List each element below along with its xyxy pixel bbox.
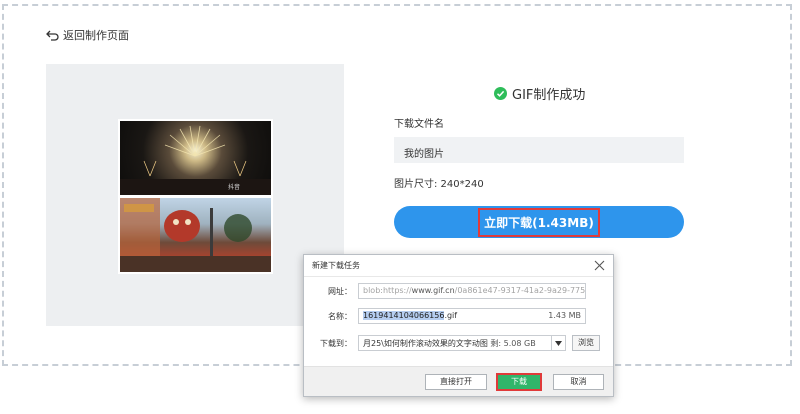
gif-preview: 抖音 [118,119,273,274]
filename-field[interactable]: 1619414104066156.gif 1.43 MB [358,308,586,324]
chevron-down-icon [555,340,562,346]
check-circle-icon [494,87,507,100]
preview-watermark: 抖音 [228,183,240,191]
save-path: 月25\如何制作滚动效果的文字动图 [363,339,488,348]
path-dropdown-button[interactable] [552,335,566,351]
fireworks-image: 抖音 [120,125,271,195]
close-icon[interactable] [594,260,605,271]
download-now-button[interactable]: 立即下载(1.43MB) [394,206,684,238]
download-button[interactable]: 下载 [496,373,542,391]
url-prefix: blob:https:// [363,286,412,295]
success-message: GIF制作成功 [494,84,585,103]
dialog-footer: 直接打开 下载 取消 [304,366,613,396]
name-row: 名称： 1619414104066156.gif 1.43 MB [318,308,586,324]
url-host: www.gif.cn [411,286,455,295]
dialog-title: 新建下载任务 [304,255,613,277]
url-row: 网址： blob:https://www.gif.cn/0a861e47-931… [318,283,586,299]
filename-label: 下载文件名 [394,119,444,130]
back-to-editor-link[interactable]: 返回制作页面 [46,27,129,43]
preview-frame-fireworks: 抖音 [120,121,271,195]
dragon-image [120,198,271,272]
name-label: 名称： [328,311,352,321]
new-download-dialog: 新建下载任务 网址： blob:https://www.gif.cn/0a861… [303,254,614,397]
success-text: GIF制作成功 [512,88,586,103]
filename-input[interactable]: 我的图片 [394,137,684,163]
back-arrow-icon [46,30,59,41]
cancel-button[interactable]: 取消 [553,374,604,390]
filename-ext: .gif [444,311,458,320]
gif-preview-panel: 抖音 [46,64,344,326]
url-rest: /0a861e47-9317-41a2-9a29-775564 [454,286,586,295]
path-row: 下载到： 月25\如何制作滚动效果的文字动图 剩: 5.08 GB 浏览 [318,335,600,351]
save-path-field[interactable]: 月25\如何制作滚动效果的文字动图 剩: 5.08 GB [358,335,552,351]
open-directly-button[interactable]: 直接打开 [425,374,487,390]
browse-button[interactable]: 浏览 [572,335,600,351]
path-label: 下载到： [320,338,352,348]
image-size-text: 图片尺寸: 240*240 [394,179,484,190]
url-label: 网址： [328,286,352,296]
file-size: 1.43 MB [548,311,581,320]
filename-selected: 1619414104066156 [363,311,445,320]
back-label: 返回制作页面 [63,29,129,42]
download-now-label: 立即下载(1.43MB) [478,207,600,237]
free-space: 剩: 5.08 GB [490,339,536,348]
url-field[interactable]: blob:https://www.gif.cn/0a861e47-9317-41… [358,283,586,299]
preview-frame-dragon [120,198,271,272]
